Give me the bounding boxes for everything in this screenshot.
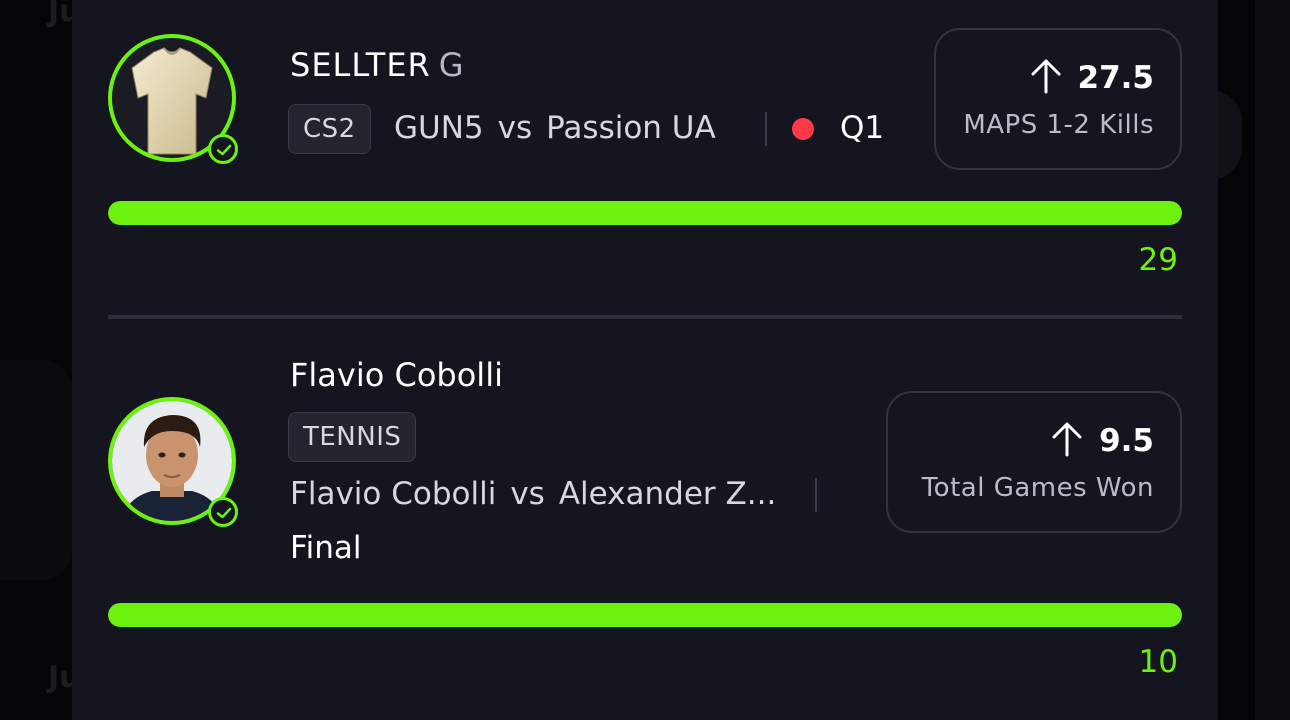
matchup: GUN5 vs Passion UA — [394, 110, 716, 146]
line-value: 9.5 — [1099, 423, 1154, 459]
sport-tag: CS2 — [288, 104, 371, 154]
verified-check-icon — [208, 497, 238, 527]
divider — [815, 478, 817, 512]
player-position: G — [438, 46, 465, 84]
background-card — [1255, 0, 1290, 720]
progress-bar — [108, 603, 1182, 627]
arrow-up-icon — [1051, 421, 1083, 461]
live-indicator-icon — [792, 118, 814, 140]
picks-panel[interactable]: SELLTER G CS2 GUN5 vs Passion UA Q1 27.5 MA… — [72, 0, 1218, 720]
matchup: Flavio Cobolli vs Alexander Z... — [290, 476, 776, 512]
progress-fill — [108, 201, 1182, 225]
team-away: Passion UA — [546, 110, 716, 146]
stat-label: MAPS 1-2 Kills — [963, 110, 1154, 140]
line-header: 27.5 — [1030, 58, 1155, 98]
player-name: Flavio Cobolli — [290, 356, 503, 394]
game-status: Final — [290, 530, 362, 566]
team-home: GUN5 — [394, 110, 484, 146]
player-name-text: SELLTER — [290, 46, 431, 84]
team-home: Flavio Cobolli — [290, 476, 497, 512]
progress-fill — [108, 603, 1182, 627]
game-status: Q1 — [840, 110, 885, 146]
sport-tag: TENNIS — [288, 412, 417, 462]
player-avatar[interactable] — [108, 34, 238, 164]
divider — [765, 112, 767, 146]
vs-label: vs — [510, 476, 545, 512]
line-header: 9.5 — [1051, 421, 1154, 461]
arrow-up-icon — [1030, 58, 1062, 98]
player-avatar[interactable] — [108, 397, 238, 527]
background-card — [0, 360, 72, 580]
team-away: Alexander Z... — [558, 476, 777, 512]
verified-check-icon — [208, 134, 238, 164]
result-value: 29 — [1138, 242, 1178, 278]
result-value: 10 — [1138, 644, 1178, 680]
progress-bar — [108, 201, 1182, 225]
divider — [108, 315, 1182, 319]
player-name: SELLTER G — [290, 46, 465, 84]
line-box[interactable]: 9.5 Total Games Won — [886, 391, 1182, 533]
stat-label: Total Games Won — [921, 473, 1154, 503]
line-value: 27.5 — [1077, 60, 1155, 96]
vs-label: vs — [497, 110, 533, 146]
line-box[interactable]: 27.5 MAPS 1-2 Kills — [934, 28, 1182, 170]
